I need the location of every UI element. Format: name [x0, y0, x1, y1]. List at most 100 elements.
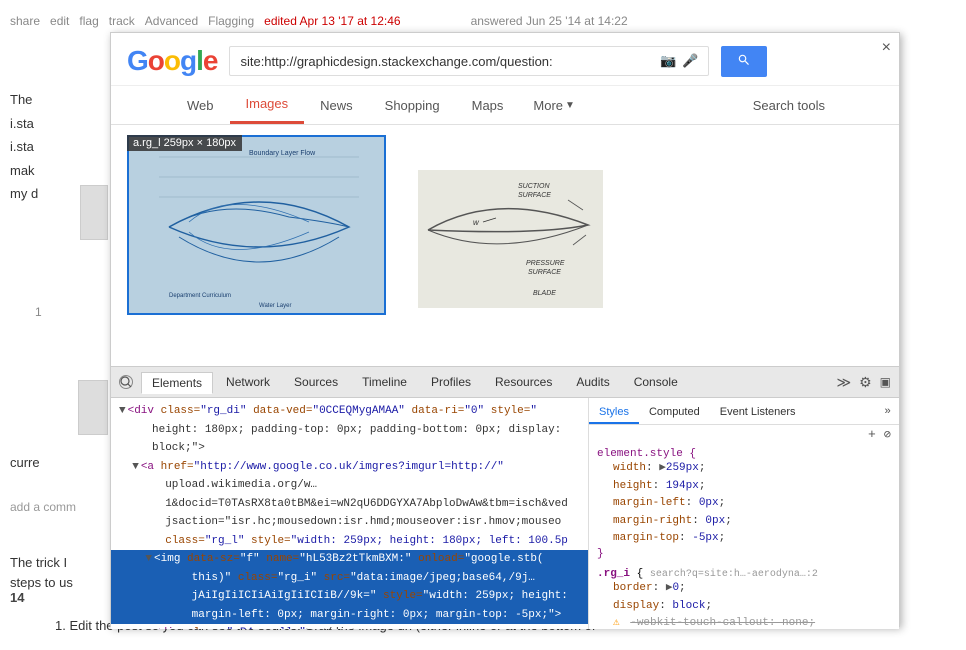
search-bar[interactable]: site:http://graphicdesign.stackexchange.…	[229, 46, 709, 76]
dom-line-highlighted[interactable]: this)" class="rg_i" src="data:image/jpeg…	[111, 569, 588, 588]
style-webkit-touch: ⚠ -webkit-touch-callout: none;	[597, 615, 891, 629]
bg-steps-text: steps to us	[10, 575, 73, 590]
blueprint-result[interactable]: Boundary Layer Flow Department Curriculu…	[127, 135, 386, 315]
devtools-panel: Elements Network Sources Timeline Profil…	[111, 366, 899, 626]
bg-thumbnail	[80, 185, 108, 240]
svg-text:PRESSURE: PRESSURE	[526, 260, 565, 267]
styles-more[interactable]: »	[876, 402, 899, 424]
devtools-toolbar: Elements Network Sources Timeline Profil…	[111, 367, 899, 398]
bg-trick-text: The trick I	[10, 555, 67, 570]
bg-vote-count: 1	[35, 305, 42, 319]
close-button[interactable]: ×	[882, 39, 891, 57]
svg-text:Department Curriculum: Department Curriculum	[169, 293, 231, 299]
settings-icon[interactable]: ⚙	[859, 374, 872, 391]
dom-line-highlighted[interactable]: margin-left: 0px; margin-right: 0px; mar…	[111, 606, 588, 625]
search-button[interactable]	[721, 46, 767, 77]
svg-text:Water Layer: Water Layer	[259, 303, 291, 309]
bg-left-content: The i.sta i.sta mak my d	[10, 90, 38, 208]
dom-panel[interactable]: ▼<div class="rg_di" data-ved="0CCEQMygAM…	[111, 398, 589, 629]
tab-audits[interactable]: Audits	[565, 371, 620, 393]
share-link[interactable]: share	[10, 14, 40, 28]
devtools-search-icon[interactable]	[119, 375, 133, 389]
bg-currently: curre	[0, 455, 50, 470]
devtools-body: ▼<div class="rg_di" data-ved="0CCEQMygAM…	[111, 398, 899, 629]
svg-text:BLADE: BLADE	[533, 290, 556, 297]
style-margin-top: margin-top: -5px;	[597, 530, 891, 548]
edited-date: edited Apr 13 '17 at 12:46	[264, 14, 400, 28]
element-style-close: }	[597, 548, 891, 560]
google-logo: Google	[127, 45, 217, 77]
flagging-link[interactable]: Flagging	[208, 14, 254, 28]
add-comment-link[interactable]: add a comm	[10, 500, 76, 514]
svg-text:Boundary Layer Flow: Boundary Layer Flow	[249, 150, 316, 157]
style-margin-left: margin-left: 0px;	[597, 495, 891, 513]
styles-tab-event-listeners[interactable]: Event Listeners	[710, 402, 806, 424]
more-label: More	[533, 98, 563, 113]
image-results-area: Boundary Layer Flow Department Curriculu…	[111, 125, 899, 325]
nav-more[interactable]: More ▼	[519, 88, 589, 123]
dom-line: class="rg_l" style="width: 259px; height…	[111, 532, 588, 551]
style-width: width: ▶259px;	[597, 460, 891, 478]
dom-line-highlighted[interactable]: ▼<img data-sz="f" name="hL53Bz2tTkmBXM:"…	[111, 550, 588, 569]
add-style-icon[interactable]: +	[868, 427, 876, 442]
blueprint-image: Boundary Layer Flow Department Curriculu…	[127, 135, 386, 315]
bg-thumbnail2	[78, 380, 108, 435]
edit-link[interactable]: edit	[50, 14, 69, 28]
nav-maps[interactable]: Maps	[456, 88, 520, 123]
svg-text:SUCTION: SUCTION	[518, 183, 550, 190]
element-style-block: element.style { width: ▶259px; height: 1…	[589, 444, 899, 564]
tab-profiles[interactable]: Profiles	[420, 371, 482, 393]
styles-tab-styles[interactable]: Styles	[589, 402, 639, 424]
devtools-action-icons: ≫ ⚙ ▣	[836, 374, 891, 391]
top-bar: share edit flag track Advanced Flagging …	[0, 0, 966, 34]
nav-search-tools[interactable]: Search tools	[739, 88, 839, 123]
dom-line: upload.wikimedia.org/w…	[111, 476, 588, 495]
styles-tabs: Styles Computed Event Listeners »	[589, 402, 899, 425]
google-overlay: × Google site:http://graphicdesign.stack…	[110, 32, 900, 627]
style-border: border: ▶0;	[597, 580, 891, 598]
nav-web[interactable]: Web	[171, 88, 230, 123]
camera-icon[interactable]: 📷	[660, 53, 676, 69]
dock-icon[interactable]: ▣	[880, 375, 891, 389]
dom-line: ▼<a href="http://www.google.co.uk/imgres…	[111, 458, 588, 477]
mic-icon[interactable]: 🎤	[682, 53, 698, 69]
tab-console[interactable]: Console	[623, 371, 689, 393]
dom-line: jsaction="isr.hc;mousedown:isr.hmd;mouse…	[111, 513, 588, 532]
dom-line: height: 180px; padding-top: 0px; padding…	[111, 421, 588, 440]
tab-resources[interactable]: Resources	[484, 371, 563, 393]
styles-tab-computed[interactable]: Computed	[639, 402, 710, 424]
tab-sources[interactable]: Sources	[283, 371, 349, 393]
tooltip-text: a.rg_l 259px × 180px	[133, 137, 236, 149]
rg-i-selector: .rg_i { search?q=site:h…-aerodyna…:2	[597, 568, 891, 580]
dom-line: ▼<div class="rg_di" data-ved="0CCEQMygAM…	[111, 402, 588, 421]
dom-line-highlighted[interactable]: jAiIgIiICIiAiIgIiICIiB//9k=" style="widt…	[111, 587, 588, 606]
styles-actions: + ⊘	[589, 425, 899, 444]
tab-timeline[interactable]: Timeline	[351, 371, 418, 393]
filter-icon[interactable]: ⊘	[884, 427, 891, 442]
google-nav: Web Images News Shopping Maps More ▼ Sea…	[111, 86, 899, 125]
search-query: site:http://graphicdesign.stackexchange.…	[240, 54, 652, 69]
rg-i-style-block: .rg_i { search?q=site:h…-aerodyna…:2 bor…	[589, 564, 899, 629]
dom-line: ▶<div class="_R4 rg_llm">…</div>	[111, 624, 588, 629]
style-margin-right: margin-right: 0px;	[597, 513, 891, 531]
search-icons: 📷 🎤	[660, 53, 698, 69]
track-link[interactable]: track	[109, 14, 135, 28]
nav-shopping[interactable]: Shopping	[369, 88, 456, 123]
nav-news[interactable]: News	[304, 88, 369, 123]
nav-images[interactable]: Images	[230, 86, 305, 124]
svg-text:SURFACE: SURFACE	[528, 269, 561, 276]
dom-line: block;">	[111, 439, 588, 458]
style-display: display: block;	[597, 598, 891, 616]
tab-elements[interactable]: Elements	[141, 372, 213, 394]
expand-icon[interactable]: ≫	[836, 374, 851, 391]
aircraft-image: SUCTION SURFACE PRESSURE SURFACE BLADE w	[418, 170, 603, 308]
dimension-tooltip: a.rg_l 259px × 180px	[127, 135, 242, 151]
advanced-link[interactable]: Advanced	[145, 14, 198, 28]
flag-link[interactable]: flag	[79, 14, 98, 28]
bg-number: 14	[10, 590, 24, 605]
google-header: Google site:http://graphicdesign.stackex…	[111, 33, 899, 86]
svg-text:SURFACE: SURFACE	[518, 192, 551, 199]
tab-network[interactable]: Network	[215, 371, 281, 393]
styles-panel: Styles Computed Event Listeners » + ⊘ el…	[589, 398, 899, 629]
aircraft-result[interactable]: SUCTION SURFACE PRESSURE SURFACE BLADE w	[418, 150, 603, 315]
